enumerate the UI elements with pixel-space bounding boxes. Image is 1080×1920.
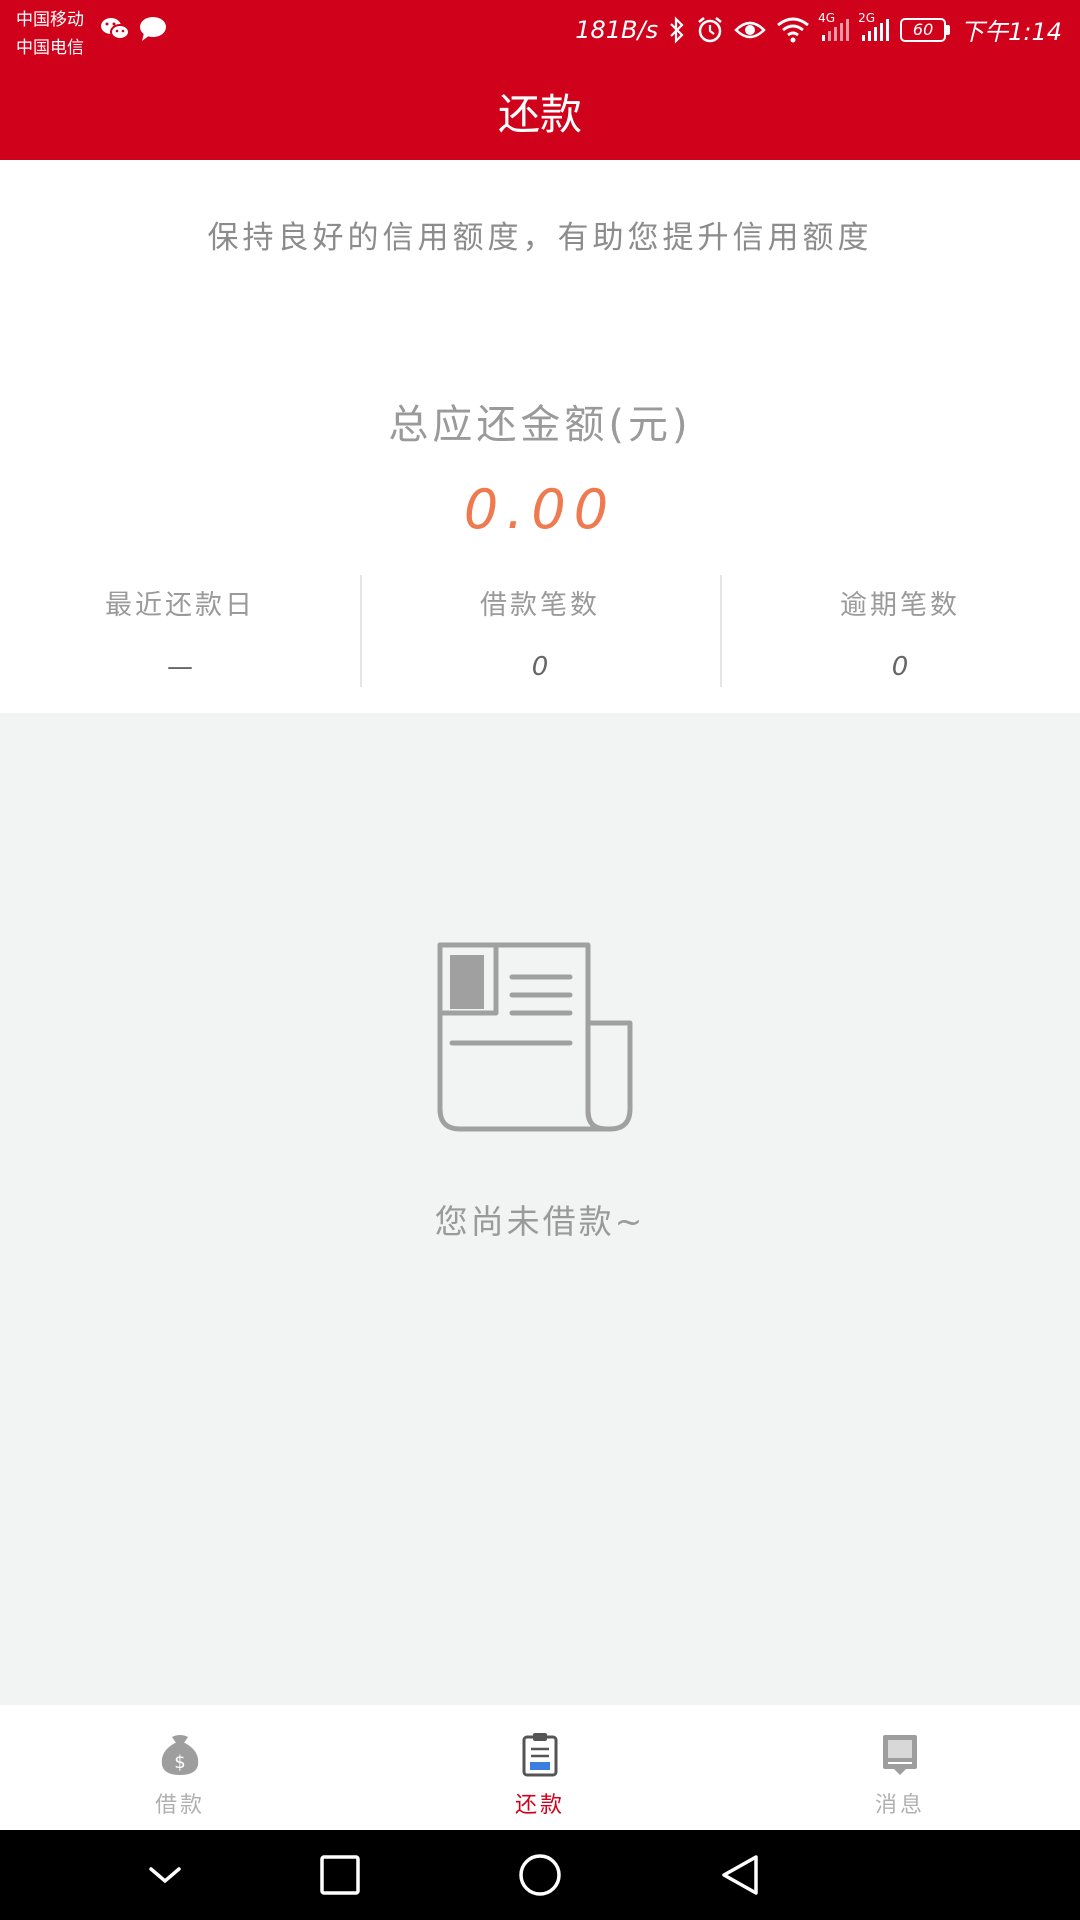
status-bar: 中国移动 中国电信 181B/s 4G 2G 60 下午1:14 <box>0 0 1080 62</box>
clock: 下午1:14 <box>960 18 1062 46</box>
tab-label: 还款 <box>514 1793 565 1818</box>
system-nav-bar <box>0 1830 1080 1920</box>
tab-messages[interactable]: 消息 <box>720 1705 1080 1830</box>
empty-message: 您尚未借款~ <box>434 1202 646 1241</box>
stat-label: 最近还款日 <box>105 590 255 621</box>
carrier-2: 中国电信 <box>16 38 84 58</box>
tab-repay[interactable]: 还款 <box>360 1705 720 1830</box>
clipboard-icon <box>521 1731 559 1781</box>
net-speed: 181B/s <box>575 15 659 44</box>
money-bag-icon: $ <box>158 1731 202 1781</box>
stat-value: — <box>167 652 193 682</box>
signal-1-icon: 4G <box>818 11 850 43</box>
home-button[interactable] <box>518 1853 562 1901</box>
alarm-icon <box>696 16 724 44</box>
stat-value: 0 <box>891 652 909 682</box>
wechat-icon <box>100 16 130 46</box>
bluetooth-icon <box>668 15 686 44</box>
total-due-amount: 0.00 <box>463 478 617 541</box>
message-icon <box>880 1731 920 1781</box>
tab-label: 借款 <box>154 1793 205 1818</box>
svg-text:$: $ <box>174 1752 185 1773</box>
app-bar: 还款 <box>0 62 1080 160</box>
newspaper-icon <box>436 941 642 1145</box>
eye-icon <box>734 19 766 41</box>
empty-state: 您尚未借款~ <box>0 713 1080 1705</box>
back-button[interactable] <box>718 1853 762 1901</box>
total-due-label: 总应还金额(元) <box>388 402 692 448</box>
wifi-icon <box>776 17 810 43</box>
bottom-tab-bar: $ 借款 还款 消息 <box>0 1705 1080 1830</box>
stat-loan-count: 借款笔数 0 <box>360 575 720 687</box>
message-bubble-icon <box>138 16 168 46</box>
carrier-info: 中国移动 中国电信 <box>16 6 84 62</box>
stat-label: 逾期笔数 <box>840 590 960 621</box>
tab-borrow[interactable]: $ 借款 <box>0 1705 360 1830</box>
stat-overdue-count: 逾期笔数 0 <box>720 575 1080 687</box>
tab-label: 消息 <box>874 1793 925 1818</box>
stat-value: 0 <box>531 652 549 682</box>
battery-icon: 60 <box>900 17 951 42</box>
battery-level: 60 <box>900 17 947 42</box>
repayment-summary: 保持良好的信用额度，有助您提升信用额度 总应还金额(元) 0.00 最近还款日 … <box>0 160 1080 713</box>
notification-icons <box>100 16 168 46</box>
carrier-1: 中国移动 <box>16 10 84 30</box>
credit-tagline: 保持良好的信用额度，有助您提升信用额度 <box>207 220 873 256</box>
stat-next-repayment-date: 最近还款日 — <box>0 575 360 687</box>
recent-apps-button[interactable] <box>318 1853 362 1901</box>
signal-2-icon: 2G <box>858 11 890 43</box>
stat-label: 借款笔数 <box>480 590 600 621</box>
stats-row: 最近还款日 — 借款笔数 0 逾期笔数 0 <box>0 575 1080 687</box>
chevron-down-icon[interactable] <box>143 1853 187 1901</box>
page-title: 还款 <box>497 89 582 139</box>
status-right: 181B/s 4G 2G 60 下午1:14 <box>575 11 1062 47</box>
